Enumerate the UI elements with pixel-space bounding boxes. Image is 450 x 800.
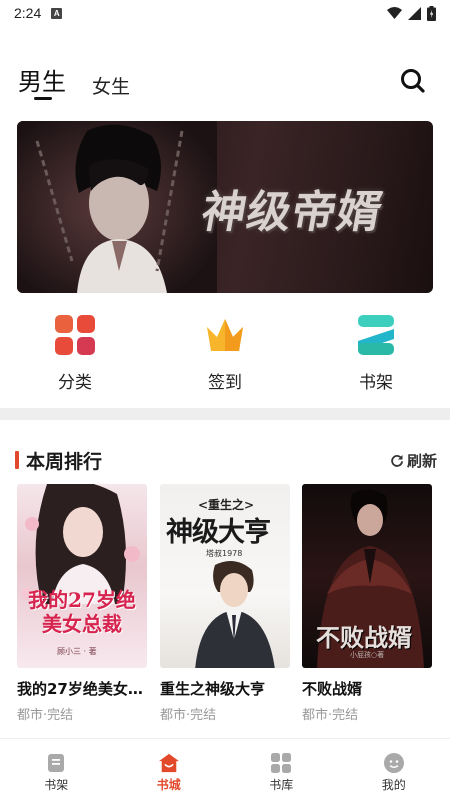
nav-store-label: 书城 [156,778,181,792]
book-cover: 不败战婿 小屁孩○著 [302,484,432,668]
nav-bookshelf-label: 书架 [44,778,69,792]
nav-bookshelf[interactable]: 书架 [0,739,113,800]
entry-checkin-label: 签到 [208,373,242,393]
nav-store[interactable]: 书城 [113,739,226,800]
refresh-icon [391,454,403,467]
bottom-nav: 书架 书城 书库 我的 [0,738,450,800]
book-card[interactable]: 不败战婿 小屁孩○著 不败战婿 都市·完结 [302,484,432,723]
bookshelf-icon [356,315,396,355]
cover-author: 塔叔1978 [206,549,243,558]
book-meta: 都市·完结 [17,708,74,723]
book-title: 不败战婿 [302,680,363,698]
nav-profile[interactable]: 我的 [338,739,450,800]
cover-title: 神级大亨 [166,517,271,548]
cover-title: 我的27岁绝美女总裁 [28,588,136,636]
crown-icon [205,315,245,355]
status-bar: 2:24 A [0,0,450,26]
nav-library-label: 书库 [269,778,294,792]
cover-title: 不败战婿 [316,623,412,652]
tab-male[interactable]: 男生 [18,62,66,97]
profile-icon [383,753,404,773]
banner-character-illustration [17,121,217,293]
tab-female[interactable]: 女生 [92,72,130,99]
status-icons [387,5,436,21]
promo-banner[interactable]: 神级帝婿 [17,121,433,293]
entry-category[interactable]: 分类 [30,315,120,393]
search-icon [401,69,425,93]
cover-illustration [21,484,140,604]
category-icon [55,315,95,355]
refresh-button[interactable]: 刷新 [390,450,437,471]
book-cover: <重生之> 神级大亨 塔叔1978 [160,484,290,668]
library-icon [271,753,292,773]
cover-author: 顾小三 · 著 [57,647,97,656]
entry-bookshelf[interactable]: 书架 [331,315,421,393]
battery-icon [427,5,436,21]
section-title: 本周排行 [26,451,103,473]
book-meta: 都市·完结 [302,708,359,723]
nav-library[interactable]: 书库 [225,739,338,800]
search-button[interactable] [398,66,428,96]
nav-profile-label: 我的 [381,778,406,792]
book-title: 重生之神级大亨 [160,680,266,698]
notification-icon: A [51,7,63,19]
banner-title: 神级帝婿 [197,187,387,238]
cover-author: 小屁孩○著 [350,651,385,659]
section-accent-bar [15,451,19,469]
entry-category-label: 分类 [58,373,92,393]
book-card[interactable]: 我的27岁绝美女总裁 顾小三 · 著 我的27岁绝美女… 都市·完结 [17,484,147,723]
wifi-icon [387,7,402,19]
signal-icon [408,6,421,20]
refresh-label: 刷新 [407,452,438,470]
active-tab-indicator [34,97,52,100]
status-time: 2:24 [14,5,42,21]
book-card[interactable]: <重生之> 神级大亨 塔叔1978 重生之神级大亨 都市·完结 [160,484,290,723]
book-meta: 都市·完结 [160,708,217,723]
entry-checkin[interactable]: 签到 [180,315,270,393]
entry-bookshelf-label: 书架 [359,373,393,393]
book-cover: 我的27岁绝美女总裁 顾小三 · 著 [17,484,147,668]
cover-illustration [195,561,275,668]
bookshelf-nav-icon [48,754,65,772]
store-icon [158,753,179,773]
section-divider [0,408,450,420]
book-title: 我的27岁绝美女… [17,680,143,698]
